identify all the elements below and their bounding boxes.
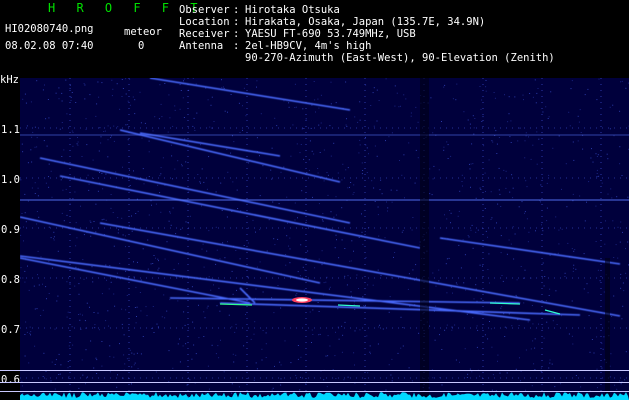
baseline-line — [0, 391, 629, 392]
signal-traces — [20, 78, 621, 321]
antenna-label: Antenna — [179, 40, 224, 52]
file-name: HI02080740.png — [5, 23, 94, 35]
receiver-label: Receiver — [179, 28, 230, 40]
trace — [119, 129, 341, 183]
frequency-tick-label: 0.8 — [1, 274, 20, 286]
frequency-tick-label: 0.7 — [1, 324, 20, 336]
observer-value: Hirotaka Otsuka — [245, 4, 340, 16]
noise-speckle — [20, 78, 629, 400]
spectrogram-canvas — [20, 78, 629, 400]
trace — [139, 132, 281, 157]
baseline-line — [0, 382, 629, 383]
frequency-tick-label: 1.0 — [1, 174, 20, 186]
gap-column — [605, 258, 610, 400]
trace — [20, 216, 321, 284]
datetime: 08.02.08 07:40 — [5, 40, 94, 52]
frequency-tick-label: 1.1 — [1, 124, 20, 136]
trace — [39, 157, 351, 224]
noise-floor — [20, 392, 629, 400]
trace — [99, 222, 621, 317]
frequency-tick-label: 0.6 — [1, 374, 20, 386]
header: H R O F F T HI02080740.png meteor 08.02.… — [0, 0, 629, 72]
location-label: Location — [179, 16, 230, 28]
trace — [219, 302, 581, 316]
meteor-count: 0 — [138, 40, 145, 52]
gap-column — [420, 78, 429, 400]
carrier-lines — [20, 134, 629, 201]
meteor-echo-core — [296, 298, 308, 302]
meteor-label: meteor — [124, 26, 162, 38]
location-value: Hirakata, Osaka, Japan (135.7E, 34.9N) — [245, 16, 486, 28]
trace — [169, 297, 521, 304]
frequency-tick-label: 0.9 — [1, 224, 20, 236]
echo-trace — [337, 304, 361, 307]
trace — [149, 78, 351, 111]
receiver-value: YAESU FT-690 53.749MHz, USB — [245, 28, 416, 40]
antenna-value: 2el-HB9CV, 4m's high — [245, 40, 372, 52]
y-unit-label: kHz — [0, 74, 19, 86]
spectrogram — [20, 78, 629, 400]
baseline-line — [0, 370, 629, 371]
observer-label: Observer — [179, 4, 230, 16]
antenna-direction: 90-270-Azimuth (East-West), 90-Elevation… — [245, 52, 555, 64]
trace — [439, 237, 621, 265]
grid-lines — [20, 78, 629, 400]
